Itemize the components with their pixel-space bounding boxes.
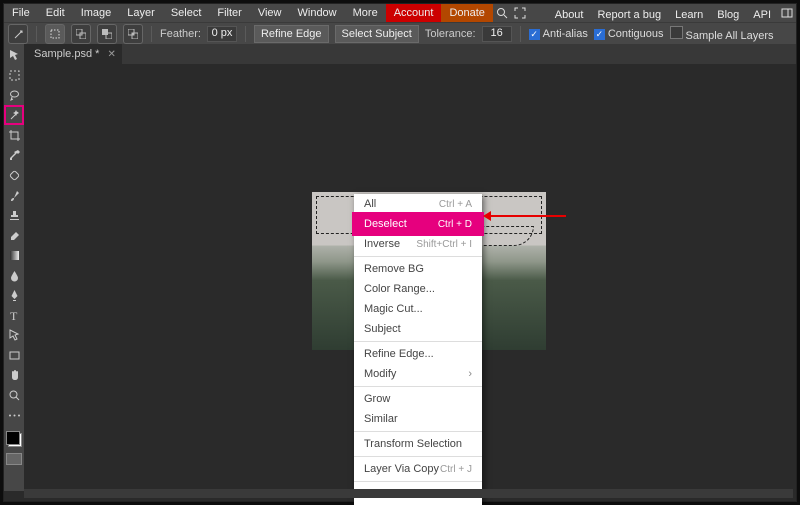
menu-filter[interactable]: Filter: [209, 4, 249, 22]
brush-tool[interactable]: [5, 186, 23, 204]
sel-int-icon[interactable]: [123, 24, 143, 44]
sel-new-icon[interactable]: [45, 24, 65, 44]
heal-tool[interactable]: [5, 166, 23, 184]
ctx-magic-cut-[interactable]: Magic Cut...: [354, 299, 482, 319]
link-bug[interactable]: Report a bug: [590, 6, 668, 21]
toolbar: T: [4, 44, 24, 491]
menu-window[interactable]: Window: [290, 4, 345, 22]
marquee-tool[interactable]: [5, 66, 23, 84]
ctx-deselect[interactable]: DeselectCtrl + D: [354, 214, 482, 234]
search-icon[interactable]: [493, 4, 511, 22]
menu-edit[interactable]: Edit: [38, 4, 73, 22]
stamp-tool[interactable]: [5, 206, 23, 224]
more-tools[interactable]: [5, 406, 23, 424]
refine-edge-button[interactable]: Refine Edge: [254, 25, 329, 43]
menu-file[interactable]: File: [4, 4, 38, 22]
panels-icon[interactable]: [778, 7, 796, 19]
tab-label: Sample.psd *: [34, 48, 99, 60]
ctx-similar[interactable]: Similar: [354, 409, 482, 429]
feather-label: Feather:: [160, 28, 201, 40]
blur-tool[interactable]: [5, 266, 23, 284]
link-about[interactable]: About: [548, 6, 591, 21]
path-tool[interactable]: [5, 326, 23, 344]
link-learn[interactable]: Learn: [668, 6, 710, 21]
document-tabs: Sample.psd * ✕: [24, 44, 796, 64]
gradient-tool[interactable]: [5, 246, 23, 264]
menubar: File Edit Image Layer Select Filter View…: [4, 4, 796, 22]
h-scrollbar[interactable]: [24, 489, 793, 498]
tool-preset-icon[interactable]: [8, 24, 28, 44]
lasso-tool[interactable]: [5, 86, 23, 104]
annotation-arrow: [486, 215, 566, 217]
ctx-inverse[interactable]: InverseShift+Ctrl + I: [354, 234, 482, 254]
ctx-all[interactable]: AllCtrl + A: [354, 194, 482, 214]
tolerance-label: Tolerance:: [425, 28, 476, 40]
move-tool[interactable]: [5, 46, 23, 64]
close-icon[interactable]: ✕: [107, 49, 115, 60]
ctx-subject[interactable]: Subject: [354, 319, 482, 339]
context-menu: AllCtrl + ADeselectCtrl + DInverseShift+…: [354, 194, 482, 505]
ctx-refine-edge-[interactable]: Refine Edge...: [354, 344, 482, 364]
ctx-color-range-[interactable]: Color Range...: [354, 279, 482, 299]
zoom-tool[interactable]: [5, 386, 23, 404]
menu-select[interactable]: Select: [163, 4, 210, 22]
sel-add-icon[interactable]: [71, 24, 91, 44]
ctx-layer-via-copy[interactable]: Layer Via CopyCtrl + J: [354, 459, 482, 479]
feather-input[interactable]: 0 px: [207, 26, 237, 42]
pen-tool[interactable]: [5, 286, 23, 304]
shape-tool[interactable]: [5, 346, 23, 364]
quickmask-icon[interactable]: [6, 453, 22, 465]
select-subject-button[interactable]: Select Subject: [335, 25, 419, 43]
ctx-modify[interactable]: Modify: [354, 364, 482, 384]
options-bar: Feather: 0 px Refine Edge Select Subject…: [4, 22, 796, 45]
contiguous-checkbox[interactable]: ✓Contiguous: [594, 28, 664, 40]
menu-account[interactable]: Account: [386, 4, 442, 22]
hand-tool[interactable]: [5, 366, 23, 384]
link-api[interactable]: API: [746, 6, 778, 21]
sample-all-checkbox[interactable]: Sample All Layers: [670, 26, 774, 42]
menu-more[interactable]: More: [345, 4, 386, 22]
menu-view[interactable]: View: [250, 4, 290, 22]
ctx-grow[interactable]: Grow: [354, 389, 482, 409]
magic-wand-tool[interactable]: [5, 106, 23, 124]
link-blog[interactable]: Blog: [710, 6, 746, 21]
crop-tool[interactable]: [5, 126, 23, 144]
menu-donate[interactable]: Donate: [441, 4, 492, 22]
menu-image[interactable]: Image: [73, 4, 120, 22]
svg-text:T: T: [10, 309, 18, 322]
fullscreen-icon[interactable]: [511, 4, 529, 22]
color-swatch[interactable]: [5, 430, 23, 448]
sel-sub-icon[interactable]: [97, 24, 117, 44]
text-tool[interactable]: T: [5, 306, 23, 324]
ctx-remove-bg[interactable]: Remove BG: [354, 259, 482, 279]
ctx-transform-selection[interactable]: Transform Selection: [354, 434, 482, 454]
eraser-tool[interactable]: [5, 226, 23, 244]
menu-layer[interactable]: Layer: [119, 4, 163, 22]
tab-sample[interactable]: Sample.psd * ✕: [24, 44, 122, 64]
antialias-checkbox[interactable]: ✓Anti-alias: [529, 28, 588, 40]
eyedropper-tool[interactable]: [5, 146, 23, 164]
tolerance-input[interactable]: 16: [482, 26, 512, 42]
